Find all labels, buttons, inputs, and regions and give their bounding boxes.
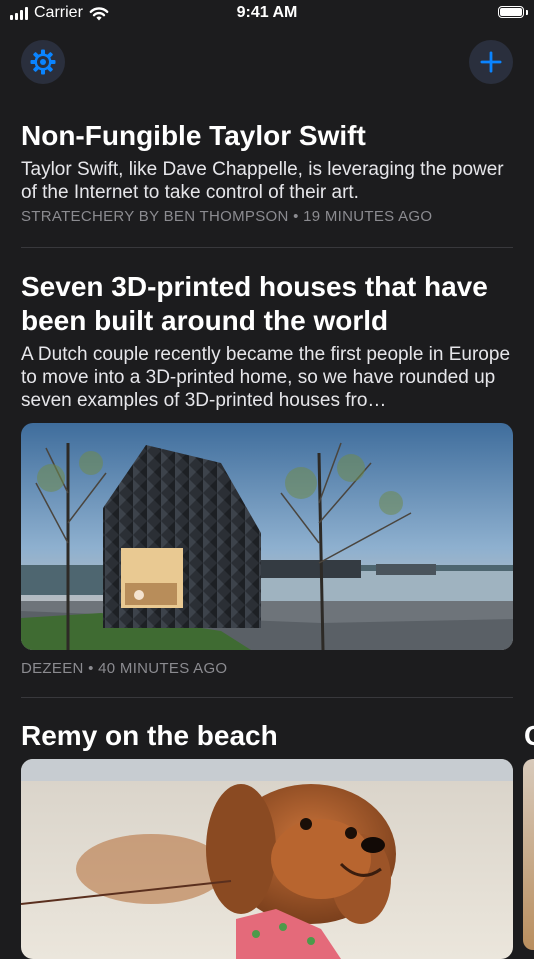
article-title: Non-Fungible Taylor Swift [21,120,366,151]
battery-level [500,8,522,16]
next-card-title-peek: C [524,719,534,753]
meta-separator: • [293,208,299,225]
article-summary: A Dutch couple recently became the first… [21,344,511,411]
article-title: Seven 3D-printed houses that have been b… [21,271,488,336]
article-image-house[interactable] [21,423,513,650]
meta-separator: • [88,660,94,677]
battery-cap [526,10,528,15]
plus-icon [480,51,502,73]
divider [21,697,513,698]
article-card[interactable]: Seven 3D-printed houses that have been b… [21,270,513,412]
battery-icon [498,6,524,18]
divider [21,247,513,248]
article-age: 40 MINUTES AGO [98,660,228,677]
gear-icon [30,49,56,75]
article-meta: STRATECHERY BY BEN THOMPSON • 19 MINUTES… [21,208,513,225]
next-card-image-peek[interactable] [523,759,534,950]
article-source: DEZEEN [21,660,84,677]
article-source: STRATECHERY BY BEN THOMPSON [21,208,289,225]
status-time: 9:41 AM [236,4,298,21]
article-image-dog[interactable] [21,759,513,959]
dog-photo [21,759,513,959]
house-photo [21,423,513,650]
article-meta: DEZEEN • 40 MINUTES AGO [21,660,227,677]
status-bar: Carrier 9:41 AM [0,0,534,30]
article-card[interactable]: Non-Fungible Taylor Swift Taylor Swift, … [21,119,513,225]
article-summary: Taylor Swift, like Dave Chappelle, is le… [21,159,504,203]
article-title: Remy on the beach [21,720,278,751]
article-age: 19 MINUTES AGO [303,208,433,225]
add-button[interactable] [469,40,513,84]
settings-button[interactable] [21,40,65,84]
